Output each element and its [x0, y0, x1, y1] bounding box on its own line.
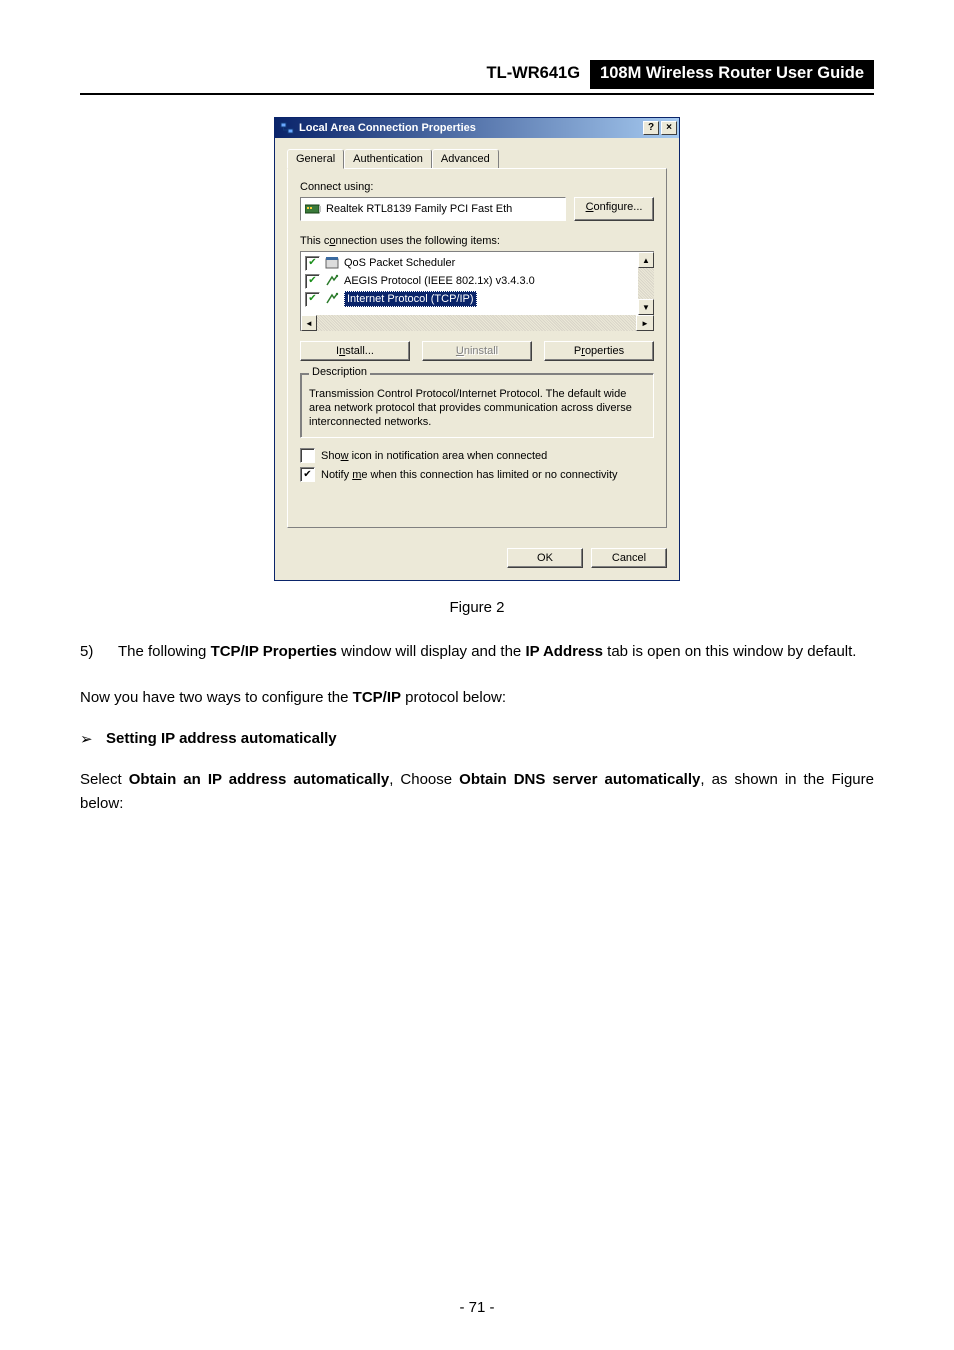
nic-icon: [305, 203, 321, 215]
list-item[interactable]: ✔ QoS Packet Scheduler: [303, 254, 636, 272]
scroll-down-icon[interactable]: ▼: [638, 299, 654, 315]
tab-advanced[interactable]: Advanced: [432, 149, 499, 168]
bullet-item: ➢ Setting IP address automatically: [80, 730, 874, 748]
dialog-titlebar: Local Area Connection Properties ? ×: [275, 118, 679, 138]
connect-using-label: Connect using:: [300, 181, 654, 193]
description-legend: Description: [309, 366, 370, 378]
protocol-list[interactable]: ✔ QoS Packet Scheduler ✔: [300, 251, 654, 315]
connection-icon: [279, 120, 295, 136]
figure-caption: Figure 2: [80, 599, 874, 616]
list-item[interactable]: ✔ Internet Protocol (TCP/IP): [303, 290, 636, 308]
list-item-label: Internet Protocol (TCP/IP): [344, 291, 477, 307]
step-text: The following TCP/IP Properties window w…: [118, 640, 874, 664]
network-adapter-field[interactable]: Realtek RTL8139 Family PCI Fast Eth: [300, 197, 566, 221]
arrow-icon: ➢: [80, 730, 106, 748]
horizontal-scrollbar[interactable]: ◄: [300, 315, 636, 331]
install-button[interactable]: Install...: [300, 341, 410, 361]
checkbox-icon[interactable]: ✔: [305, 256, 320, 271]
close-button[interactable]: ×: [661, 121, 677, 135]
adapter-name: Realtek RTL8139 Family PCI Fast Eth: [326, 203, 512, 215]
dialog-footer: OK Cancel: [275, 540, 679, 580]
paragraph: Now you have two ways to configure the T…: [80, 686, 874, 710]
description-text: Transmission Control Protocol/Internet P…: [309, 388, 645, 429]
checkbox-icon[interactable]: ✔: [305, 292, 320, 307]
protocol-icon: [324, 291, 340, 307]
list-item-label: AEGIS Protocol (IEEE 802.1x) v3.4.3.0: [344, 275, 535, 287]
figure-dialog: Local Area Connection Properties ? × Gen…: [80, 117, 874, 581]
protocol-icon: [324, 273, 340, 289]
notify-checkbox-row[interactable]: ✔ Notify me when this connection has lim…: [300, 467, 654, 482]
description-group: Description Transmission Control Protoco…: [300, 373, 654, 438]
cancel-button[interactable]: Cancel: [591, 548, 667, 568]
doc-header: TL-WR641G 108M Wireless Router User Guid…: [80, 60, 874, 89]
ok-button[interactable]: OK: [507, 548, 583, 568]
bullet-text: Setting IP address automatically: [106, 730, 337, 748]
notify-label: Notify me when this connection has limit…: [321, 469, 618, 481]
scheduler-icon: [324, 255, 340, 271]
doc-title: 108M Wireless Router User Guide: [590, 60, 874, 89]
show-icon-checkbox-row[interactable]: Show icon in notification area when conn…: [300, 448, 654, 463]
tab-bar: General Authentication Advanced: [287, 148, 667, 168]
dialog-title: Local Area Connection Properties: [299, 122, 641, 134]
scroll-right-icon[interactable]: ►: [636, 315, 654, 331]
header-rule: [80, 93, 874, 95]
list-item[interactable]: ✔ AEGIS Protocol (IEEE 802.1x) v3.4.3.0: [303, 272, 636, 290]
checkbox-icon[interactable]: [300, 448, 315, 463]
scroll-up-icon[interactable]: ▲: [638, 252, 654, 268]
product-model: TL-WR641G: [487, 60, 591, 89]
step-number: 5): [80, 640, 118, 664]
tab-general[interactable]: General: [287, 149, 344, 169]
help-button[interactable]: ?: [643, 121, 659, 135]
vertical-scrollbar[interactable]: ▲ ▼: [638, 251, 654, 315]
checkbox-icon[interactable]: ✔: [300, 467, 315, 482]
step-item: 5) The following TCP/IP Properties windo…: [80, 640, 874, 664]
tab-authentication[interactable]: Authentication: [344, 149, 432, 168]
tab-panel-general: Connect using: Realtek: [287, 168, 667, 528]
scroll-left-icon[interactable]: ◄: [301, 315, 317, 331]
properties-button[interactable]: Properties: [544, 341, 654, 361]
local-area-connection-properties-dialog: Local Area Connection Properties ? × Gen…: [274, 117, 680, 581]
show-icon-label: Show icon in notification area when conn…: [321, 450, 547, 462]
configure-button[interactable]: Configure...: [574, 197, 654, 221]
items-label: This connection uses the following items…: [300, 235, 654, 247]
paragraph: Select Obtain an IP address automaticall…: [80, 768, 874, 816]
uninstall-button: Uninstall: [422, 341, 532, 361]
page-number: - 71 -: [0, 1299, 954, 1316]
checkbox-icon[interactable]: ✔: [305, 274, 320, 289]
list-item-label: QoS Packet Scheduler: [344, 257, 455, 269]
